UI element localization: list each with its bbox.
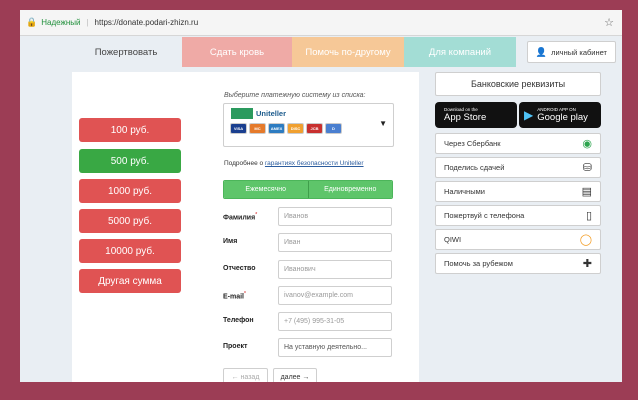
lastname-label-text: Фамилия xyxy=(223,214,256,222)
one-time-button[interactable]: Единовременно xyxy=(307,181,392,198)
uniteller-logo: Uniteller xyxy=(231,108,286,119)
address-bar[interactable]: 🔒 Надежный | https://donate.podari-zhizn… xyxy=(20,10,622,36)
method-label: Помочь за рубежом xyxy=(444,259,513,268)
payment-system-select[interactable]: Uniteller VISA MC AMEX DISC JCB D ▼ xyxy=(223,103,394,147)
name-label: Имя xyxy=(223,238,238,245)
url-text[interactable]: https://donate.podari-zhizn.ru xyxy=(95,18,199,27)
app-store-badges: Download on the App Store ▶ ANDROID APP … xyxy=(435,102,601,128)
personal-cabinet-button[interactable]: 👤 личный кабинет xyxy=(526,41,616,63)
sidebar: Банковские реквизиты Download on the App… xyxy=(435,72,601,274)
bank-details-button[interactable]: Банковские реквизиты xyxy=(435,72,601,96)
personal-cabinet-label: личный кабинет xyxy=(551,47,607,57)
uniteller-logo-icon xyxy=(231,108,253,119)
method-label: Поделись сдачей xyxy=(444,163,505,172)
secure-label: Надежный xyxy=(41,18,81,27)
amount-500-button[interactable]: 500 руб. xyxy=(79,149,181,173)
amount-10000-button[interactable]: 10000 руб. xyxy=(79,239,181,263)
visa-card-icon: VISA xyxy=(230,123,247,134)
phone-label: Телефон xyxy=(223,317,254,324)
google-play-big-text: Google play xyxy=(537,111,588,123)
dropdown-arrow-icon[interactable]: ▼ xyxy=(379,119,387,128)
project-label: Проект xyxy=(223,343,248,350)
required-mark: * xyxy=(244,291,246,297)
card-logos: VISA MC AMEX DISC JCB D xyxy=(230,123,342,134)
cash-icon: ▤ xyxy=(581,186,592,198)
diners-card-icon: D xyxy=(325,123,342,134)
method-phone[interactable]: Пожертвуй с телефона ▯ xyxy=(435,205,601,226)
bookmark-star-icon[interactable]: ☆ xyxy=(604,16,614,29)
name-input[interactable]: Иван xyxy=(278,233,392,252)
amount-other-button[interactable]: Другая сумма xyxy=(79,269,181,293)
jcb-card-icon: JCB xyxy=(306,123,323,134)
method-qiwi[interactable]: QIWI ◯ xyxy=(435,229,601,250)
method-cash[interactable]: Наличными ▤ xyxy=(435,181,601,202)
method-label: Пожертвуй с телефона xyxy=(444,211,525,220)
back-button[interactable]: ← назад xyxy=(223,368,268,382)
lock-icon: 🔒 xyxy=(26,17,38,27)
lastname-label: Фамилия* xyxy=(223,212,257,221)
payment-system-label: Выберите платежную систему из списка: xyxy=(224,92,366,99)
method-share-change[interactable]: Поделись сдачей ⛁ xyxy=(435,157,601,178)
patronymic-input[interactable]: Иванович xyxy=(278,260,392,279)
amount-100-button[interactable]: 100 руб. xyxy=(79,118,181,142)
tab-donate[interactable]: Пожертвовать xyxy=(70,37,182,67)
tab-for-companies[interactable]: Для компаний xyxy=(404,37,516,67)
google-play-icon: ▶ xyxy=(524,108,534,122)
app-store-text: Download on the App Store xyxy=(444,107,487,123)
app-store-big-text: App Store xyxy=(444,111,487,123)
project-select[interactable]: На уставную деятельно... xyxy=(278,338,392,357)
tab-give-blood[interactable]: Сдать кровь xyxy=(182,37,292,67)
next-button[interactable]: далее → xyxy=(273,368,317,382)
qiwi-icon: ◯ xyxy=(579,234,592,246)
email-label: E-mail* xyxy=(223,291,246,300)
mastercard-icon: MC xyxy=(249,123,266,134)
method-label: Через Сбербанк xyxy=(444,139,501,148)
method-label: QIWI xyxy=(444,235,462,244)
method-abroad[interactable]: Помочь за рубежом ✚ xyxy=(435,253,601,274)
method-sberbank[interactable]: Через Сбербанк ◉ xyxy=(435,133,601,154)
email-label-text: E-mail xyxy=(223,293,245,301)
phone-input[interactable]: +7 (495) 995-31-05 xyxy=(278,312,392,331)
required-mark: * xyxy=(255,212,258,218)
person-icon: 👤 xyxy=(535,46,548,57)
coins-icon: ⛁ xyxy=(582,162,592,174)
email-input[interactable]: ivanov@example.com xyxy=(278,286,392,305)
patronymic-label: Отчество xyxy=(223,265,256,272)
mobile-phone-icon: ▯ xyxy=(585,210,592,222)
amount-5000-button[interactable]: 5000 руб. xyxy=(79,209,181,233)
payment-methods-list: Через Сбербанк ◉ Поделись сдачей ⛁ Налич… xyxy=(435,133,601,274)
uk-flag-icon: ✚ xyxy=(582,258,592,270)
donation-panel: 100 руб. 500 руб. 1000 руб. 5000 руб. 10… xyxy=(72,72,419,382)
monthly-button[interactable]: Ежемесячно xyxy=(224,181,308,198)
top-navigation: Пожертвовать Сдать кровь Помочь по-друго… xyxy=(70,37,622,67)
lastname-input[interactable]: Иванов xyxy=(278,207,392,226)
discover-card-icon: DISC xyxy=(287,123,304,134)
tab-help-otherwise[interactable]: Помочь по-другому xyxy=(292,37,404,67)
address-separator: | xyxy=(86,18,89,27)
browser-window: 🔒 Надежный | https://donate.podari-zhizn… xyxy=(20,10,622,382)
google-play-text: ANDROID APP ON Google play xyxy=(537,107,588,123)
guarantee-prefix: Подробнее о xyxy=(224,160,264,167)
amount-1000-button[interactable]: 1000 руб. xyxy=(79,179,181,203)
amex-card-icon: AMEX xyxy=(268,123,285,134)
uniteller-name: Uniteller xyxy=(256,109,287,118)
frequency-toggle: Ежемесячно Единовременно xyxy=(223,180,393,199)
guarantee-link[interactable]: гарантиях безопасности Uniteller xyxy=(265,160,364,167)
google-play-badge[interactable]: ▶ ANDROID APP ON Google play xyxy=(519,102,601,128)
app-store-badge[interactable]: Download on the App Store xyxy=(435,102,517,128)
sberbank-icon: ◉ xyxy=(582,138,592,150)
method-label: Наличными xyxy=(444,187,485,196)
guarantee-note: Подробнее о гарантиях безопасности Unite… xyxy=(224,160,364,167)
